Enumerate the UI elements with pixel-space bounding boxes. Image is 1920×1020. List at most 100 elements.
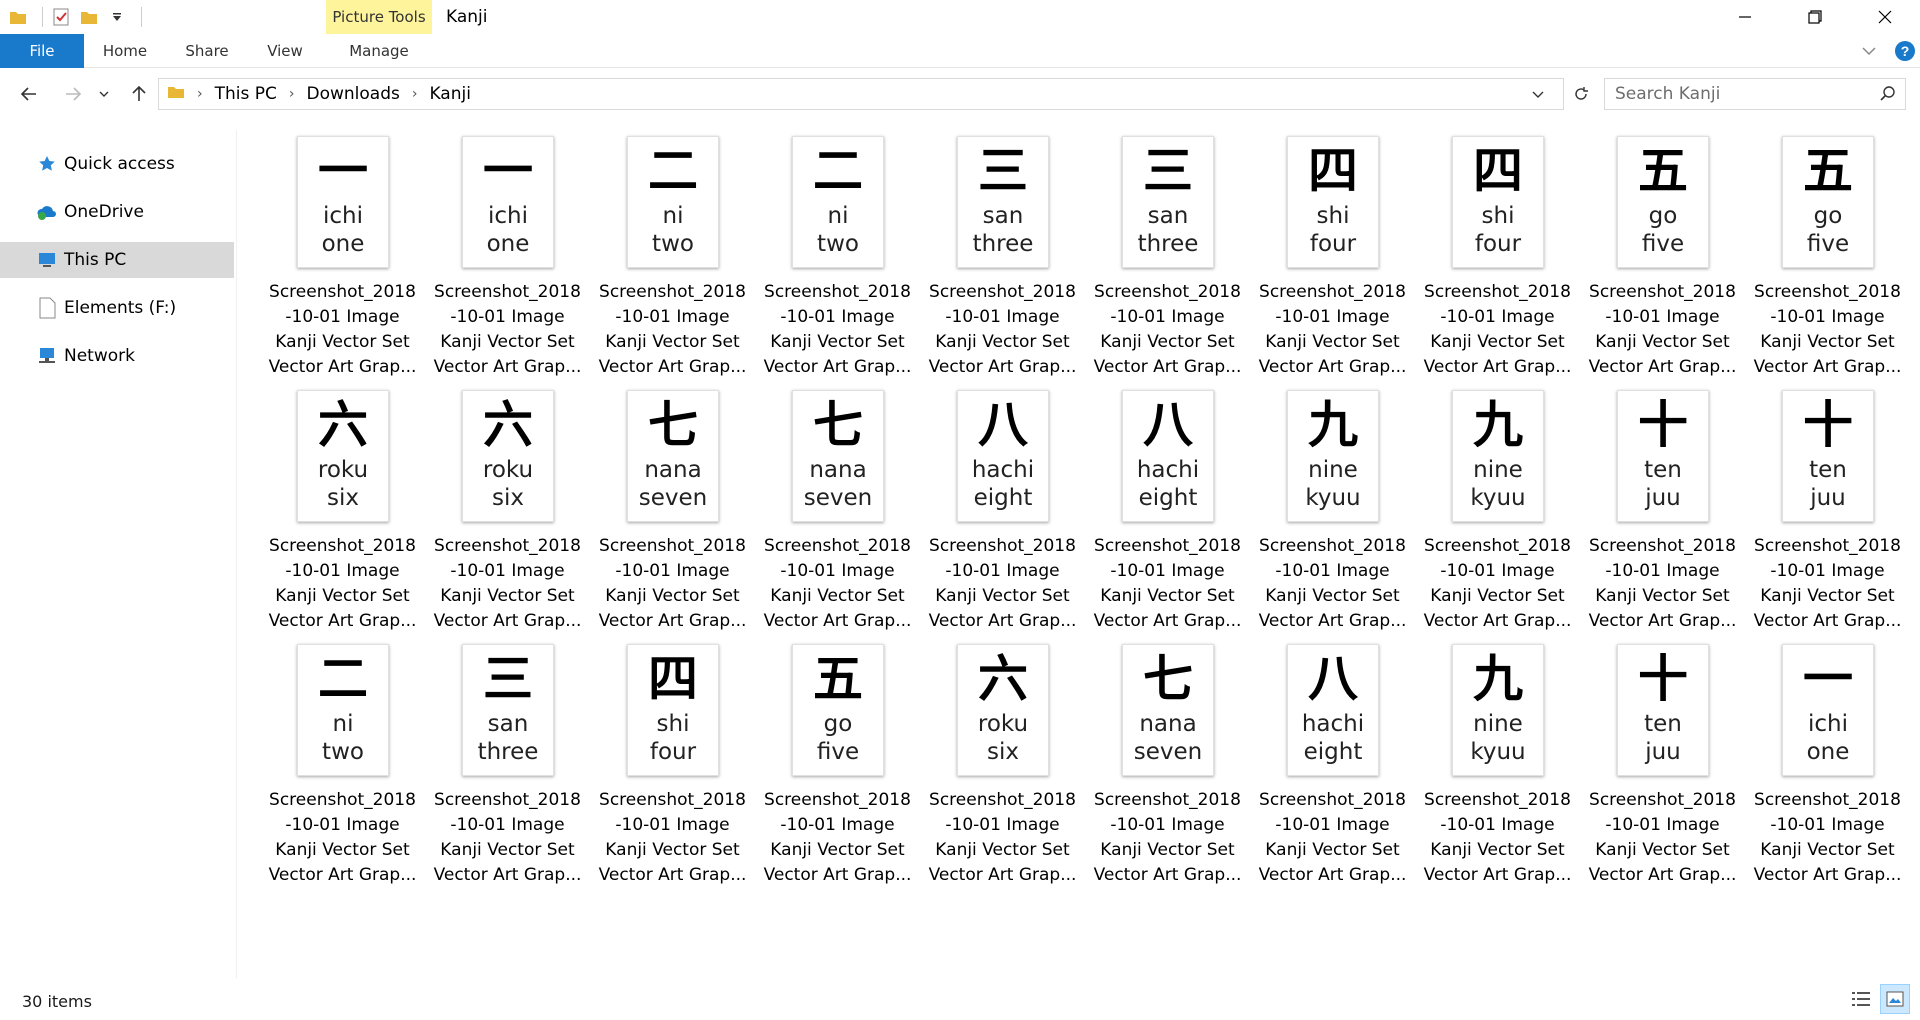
expand-ribbon-chevron-icon[interactable]: [1858, 40, 1880, 66]
file-name-line: Vector Art Grap...: [928, 865, 1077, 885]
file-name-line: Kanji Vector Set: [440, 586, 575, 606]
tab-view[interactable]: View: [256, 34, 314, 68]
properties-icon[interactable]: [51, 7, 71, 27]
file-item[interactable]: 六 roku six Screenshot_2018 -10-01 Image Kanji…: [425, 390, 590, 640]
file-item[interactable]: 七 nana seven Screenshot_2018 -10-01 Image Kan…: [1085, 644, 1250, 894]
details-view-icon: [1852, 992, 1870, 1006]
kanji-glyph: 七: [648, 396, 698, 454]
help-icon[interactable]: ?: [1894, 40, 1916, 66]
close-button[interactable]: [1850, 0, 1920, 34]
image-thumbnail: 七 nana seven: [1122, 644, 1214, 776]
file-item[interactable]: 二 ni two Screenshot_2018 -10-01 Image Kanji V…: [755, 136, 920, 386]
file-name: Screenshot_2018 -10-01 Image Kanji Vector …: [1250, 280, 1415, 380]
file-item[interactable]: 三 san three Screenshot_2018 -10-01 Image Kanj…: [920, 136, 1085, 386]
file-item[interactable]: 八 hachi eight Screenshot_2018 -10-01 Image Ka…: [1250, 644, 1415, 894]
large-icons-view-button[interactable]: [1880, 984, 1910, 1014]
back-button[interactable]: [14, 76, 44, 112]
file-item[interactable]: 六 roku six Screenshot_2018 -10-01 Image Kanji…: [920, 644, 1085, 894]
nav-item-quick-access[interactable]: Quick access: [0, 146, 234, 182]
thumbnail-reading: nine: [1473, 711, 1523, 737]
file-name-line: Screenshot_2018: [929, 536, 1076, 556]
details-view-button[interactable]: [1846, 984, 1876, 1014]
customize-toolbar-chevron-icon[interactable]: [107, 7, 127, 27]
search-icon[interactable]: [1879, 85, 1897, 107]
file-name: Screenshot_2018 -10-01 Image Kanji Vector …: [920, 788, 1085, 888]
file-item[interactable]: 二 ni two Screenshot_2018 -10-01 Image Kanji V…: [590, 136, 755, 386]
file-name-line: Vector Art Grap...: [268, 865, 417, 885]
nav-item-elements-drive[interactable]: Elements (F:): [0, 290, 234, 326]
file-name-line: -10-01 Image: [615, 815, 730, 835]
file-name-line: Kanji Vector Set: [1595, 332, 1730, 352]
thumbnail-reading: ichi: [1807, 711, 1848, 737]
file-item[interactable]: 四 shi four Screenshot_2018 -10-01 Image Kanji…: [1250, 136, 1415, 386]
file-item[interactable]: 一 ichi one Screenshot_2018 -10-01 Image Kanji…: [1745, 644, 1910, 894]
tab-share[interactable]: Share: [174, 34, 240, 68]
file-name-line: Kanji Vector Set: [440, 332, 575, 352]
file-item[interactable]: 六 roku six Screenshot_2018 -10-01 Image Kanji…: [260, 390, 425, 640]
refresh-button[interactable]: [1568, 82, 1594, 106]
address-bar[interactable]: › This PC › Downloads › Kanji: [158, 78, 1564, 110]
tab-file[interactable]: File: [0, 34, 84, 68]
search-input[interactable]: Search Kanji: [1615, 79, 1720, 109]
tab-manage[interactable]: Manage: [326, 34, 432, 68]
file-item[interactable]: 七 nana seven Screenshot_2018 -10-01 Image Kan…: [590, 390, 755, 640]
up-button[interactable]: [124, 76, 154, 112]
file-item[interactable]: 九 nine kyuu Screenshot_2018 -10-01 Image Kanj…: [1415, 390, 1580, 640]
file-item[interactable]: 五 go five Screenshot_2018 -10-01 Image Kanji …: [755, 644, 920, 894]
file-name-line: Screenshot_2018: [599, 282, 746, 302]
pane-splitter[interactable]: [236, 130, 237, 978]
file-name-line: Kanji Vector Set: [1760, 332, 1895, 352]
kanji-glyph: 一: [483, 142, 533, 200]
file-item[interactable]: 十 ten juu Screenshot_2018 -10-01 Image Kanji …: [1580, 644, 1745, 894]
kanji-glyph: 四: [1308, 142, 1358, 200]
file-item[interactable]: 三 san three Screenshot_2018 -10-01 Image Kanj…: [1085, 136, 1250, 386]
file-item[interactable]: 七 nana seven Screenshot_2018 -10-01 Image Kan…: [755, 390, 920, 640]
thumbnail-meaning: seven: [1133, 739, 1203, 765]
file-name-line: Vector Art Grap...: [1588, 357, 1737, 377]
forward-button[interactable]: [58, 76, 88, 112]
thumbnail-reading: shi: [656, 711, 690, 737]
file-name-line: -10-01 Image: [945, 307, 1060, 327]
search-box[interactable]: Search Kanji: [1604, 78, 1906, 110]
file-item[interactable]: 八 hachi eight Screenshot_2018 -10-01 Image Ka…: [920, 390, 1085, 640]
file-item[interactable]: 二 ni two Screenshot_2018 -10-01 Image Kanji V…: [260, 644, 425, 894]
thumbnail-meaning: four: [1474, 231, 1522, 257]
file-item[interactable]: 一 ichi one Screenshot_2018 -10-01 Image Kanji…: [425, 136, 590, 386]
folder-icon[interactable]: [8, 7, 28, 27]
file-name-line: -10-01 Image: [780, 561, 895, 581]
file-item[interactable]: 三 san three Screenshot_2018 -10-01 Image Kanj…: [425, 644, 590, 894]
file-name-line: -10-01 Image: [1110, 307, 1225, 327]
nav-item-network[interactable]: Network: [0, 338, 234, 374]
address-history-chevron-icon[interactable]: [1531, 87, 1545, 106]
file-item[interactable]: 一 ichi one Screenshot_2018 -10-01 Image Kanji…: [260, 136, 425, 386]
breadcrumb-this-pc[interactable]: This PC: [215, 84, 277, 104]
chevron-down-icon: [99, 91, 109, 97]
chevron-right-icon: ›: [411, 86, 418, 102]
file-item[interactable]: 四 shi four Screenshot_2018 -10-01 Image Kanji…: [1415, 136, 1580, 386]
nav-item-onedrive[interactable]: OneDrive: [0, 194, 234, 230]
tab-home[interactable]: Home: [92, 34, 158, 68]
minimize-icon: [1739, 16, 1751, 18]
file-name-line: Kanji Vector Set: [605, 586, 740, 606]
file-item[interactable]: 九 nine kyuu Screenshot_2018 -10-01 Image Kanj…: [1250, 390, 1415, 640]
thumbnail-reading: ichi: [322, 203, 363, 229]
nav-item-this-pc[interactable]: This PC: [0, 242, 234, 278]
image-thumbnail: 五 go five: [1617, 136, 1709, 268]
file-item[interactable]: 四 shi four Screenshot_2018 -10-01 Image Kanji…: [590, 644, 755, 894]
breadcrumb-kanji[interactable]: Kanji: [429, 84, 471, 104]
file-name-line: -10-01 Image: [450, 561, 565, 581]
file-item[interactable]: 八 hachi eight Screenshot_2018 -10-01 Image Ka…: [1085, 390, 1250, 640]
minimize-button[interactable]: [1710, 0, 1780, 34]
restore-button[interactable]: [1780, 0, 1850, 34]
file-item[interactable]: 十 ten juu Screenshot_2018 -10-01 Image Kanji …: [1580, 390, 1745, 640]
recent-locations-button[interactable]: [94, 76, 114, 112]
file-item[interactable]: 十 ten juu Screenshot_2018 -10-01 Image Kanji …: [1745, 390, 1910, 640]
file-name-line: -10-01 Image: [1440, 815, 1555, 835]
file-item[interactable]: 五 go five Screenshot_2018 -10-01 Image Kanji …: [1745, 136, 1910, 386]
new-folder-icon[interactable]: [79, 7, 99, 27]
quick-access-toolbar: [0, 0, 142, 34]
breadcrumb-downloads[interactable]: Downloads: [306, 84, 399, 104]
file-item[interactable]: 九 nine kyuu Screenshot_2018 -10-01 Image Kanj…: [1415, 644, 1580, 894]
file-item[interactable]: 五 go five Screenshot_2018 -10-01 Image Kanji …: [1580, 136, 1745, 386]
file-name-line: -10-01 Image: [450, 307, 565, 327]
